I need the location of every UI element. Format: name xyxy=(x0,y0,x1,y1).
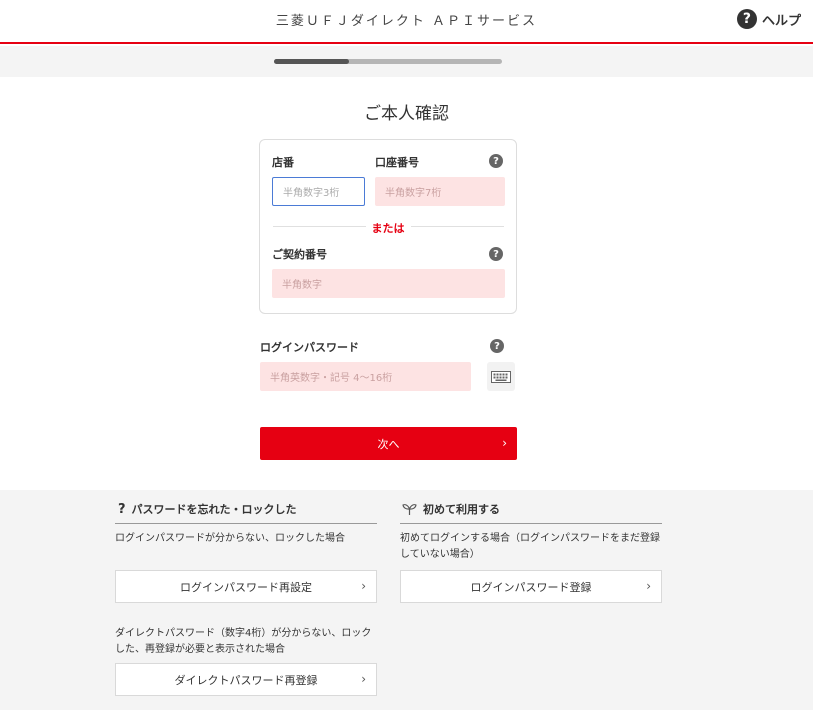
footer-panel: ? パスワードを忘れた・ロックした ログインパスワードが分からない、ロックした場… xyxy=(0,490,813,710)
password-input[interactable]: 半角英数字・記号 4〜16桁 xyxy=(260,362,471,391)
next-button-label: 次へ xyxy=(377,437,400,451)
chevron-right-icon: › xyxy=(361,672,366,686)
password-label: ログインパスワード xyxy=(260,341,359,354)
progress-fill xyxy=(274,59,350,64)
keyboard-icon xyxy=(491,370,511,383)
direct-password-reregister-label: ダイレクトパスワード再登録 xyxy=(174,673,318,687)
contract-label: ご契約番号 xyxy=(272,248,327,261)
account-input[interactable]: 半角数字7桁 xyxy=(375,177,505,206)
login-password-register-button[interactable]: ログインパスワード登録 › xyxy=(400,570,662,603)
progress-band xyxy=(0,46,813,77)
chevron-right-icon: › xyxy=(646,579,651,593)
help-icon: ? xyxy=(736,9,757,29)
forgot-divider xyxy=(115,523,377,524)
branch-input[interactable]: 半角数字3桁 xyxy=(272,177,365,206)
first-time-desc: 初めてログインする場合（ログインパスワードをまだ登録 していない場合） xyxy=(400,531,660,563)
forgot-heading: ? パスワードを忘れた・ロックした xyxy=(118,501,297,517)
forgot-desc-2: ダイレクトパスワード（数字4桁）が分からない、ロック した、再登録が必要と表示さ… xyxy=(115,626,371,658)
forgot-desc-1: ログインパスワードが分からない、ロックした場合 xyxy=(115,533,345,544)
header-bar: 三菱ＵＦＪダイレクト ＡＰＩサービス ? ヘルプ xyxy=(0,0,813,44)
or-label: または xyxy=(365,222,411,235)
direct-password-reregister-button[interactable]: ダイレクトパスワード再登録 › xyxy=(115,663,377,696)
first-time-desc-line2: していない場合） xyxy=(400,549,480,560)
account-card: 店番 口座番号 ? 半角数字3桁 半角数字7桁 または ご契約番号 ? 半角数字 xyxy=(259,139,517,314)
help-link[interactable]: ? ヘルプ xyxy=(736,9,801,29)
forgot-desc-2-line2: した、再登録が必要と表示された場合 xyxy=(115,644,285,655)
page-header-title: 三菱ＵＦＪダイレクト ＡＰＩサービス xyxy=(275,14,538,29)
login-password-reset-button[interactable]: ログインパスワード再設定 › xyxy=(115,570,377,603)
help-label: ヘルプ xyxy=(761,13,801,29)
next-button[interactable]: 次へ › xyxy=(260,427,517,460)
forgot-desc-2-line1: ダイレクトパスワード（数字4桁）が分からない、ロック xyxy=(115,628,372,639)
password-help-icon[interactable]: ? xyxy=(490,339,504,353)
account-help-icon[interactable]: ? xyxy=(489,154,503,168)
question-icon: ? xyxy=(118,501,126,517)
contract-help-icon[interactable]: ? xyxy=(489,247,503,261)
chevron-right-icon: › xyxy=(361,579,366,593)
login-password-register-label: ログインパスワード登録 xyxy=(470,580,592,594)
branch-label: 店番 xyxy=(272,156,294,169)
account-label: 口座番号 xyxy=(375,156,419,169)
progress-bar xyxy=(274,59,502,64)
first-time-desc-line1: 初めてログインする場合（ログインパスワードをまだ登録 xyxy=(400,533,660,544)
login-password-reset-label: ログインパスワード再設定 xyxy=(180,580,312,594)
first-time-divider xyxy=(400,523,662,524)
software-keyboard-button[interactable] xyxy=(487,362,515,391)
first-time-heading: 初めて利用する xyxy=(402,501,500,517)
contract-input[interactable]: 半角数字 xyxy=(272,269,505,298)
page-title: ご本人確認 xyxy=(364,104,449,124)
first-time-heading-text: 初めて利用する xyxy=(423,503,500,516)
forgot-heading-text: パスワードを忘れた・ロックした xyxy=(131,503,297,516)
sprout-icon xyxy=(402,503,417,515)
or-text: または xyxy=(260,220,516,236)
chevron-right-icon: › xyxy=(502,436,507,450)
